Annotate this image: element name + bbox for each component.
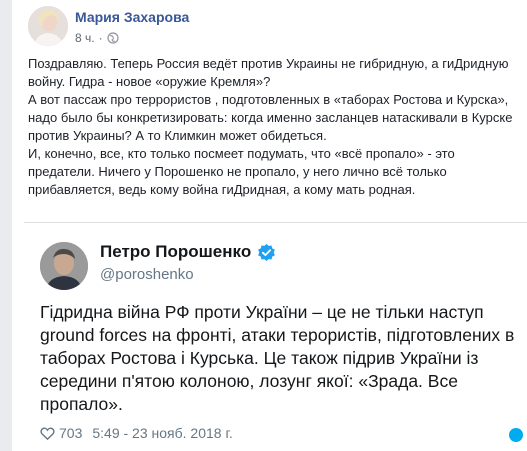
tweet-like-button[interactable]: 703 (40, 425, 82, 441)
author-avatar[interactable] (28, 6, 68, 46)
info-icon[interactable] (509, 428, 523, 442)
tweet-footer: 703 5:49 - 23 нояб. 2018 г. (40, 425, 233, 441)
post-paragraph-3: И, конечно, все, кто только посмеет поду… (28, 146, 455, 197)
post-time-link[interactable]: 8 ч. (75, 31, 95, 45)
tweet-author-avatar[interactable] (40, 242, 88, 290)
tweet-author-name-text: Петро Порошенко (100, 242, 252, 261)
post-paragraph-1: Поздравляю. Теперь Россия ведёт против У… (28, 56, 509, 89)
tweet-text: Гідридна війна РФ проти України – це не … (40, 302, 515, 414)
verified-badge-icon (257, 243, 276, 262)
heart-icon (40, 426, 55, 441)
facebook-post: Мария Захарова 8 ч. · Поздравляю. Теперь… (12, 0, 527, 451)
tweet-author-name[interactable]: Петро Порошенко (100, 242, 276, 262)
globe-icon[interactable] (106, 32, 119, 44)
tweet-author-handle[interactable]: @poroshenko (100, 266, 194, 283)
tweet-timestamp-link[interactable]: 5:49 - 23 нояб. 2018 г. (92, 425, 232, 441)
post-body: Поздравляю. Теперь Россия ведёт против У… (28, 55, 520, 199)
tweet-like-count: 703 (59, 425, 83, 441)
embedded-tweet[interactable]: Петро Порошенко @poroshenko Гідридна вій… (24, 222, 527, 451)
author-name-link[interactable]: Мария Захарова (75, 9, 189, 25)
post-meta: 8 ч. · (75, 31, 119, 45)
post-paragraph-2: А вот пассаж про террористов , подготовл… (28, 92, 513, 143)
